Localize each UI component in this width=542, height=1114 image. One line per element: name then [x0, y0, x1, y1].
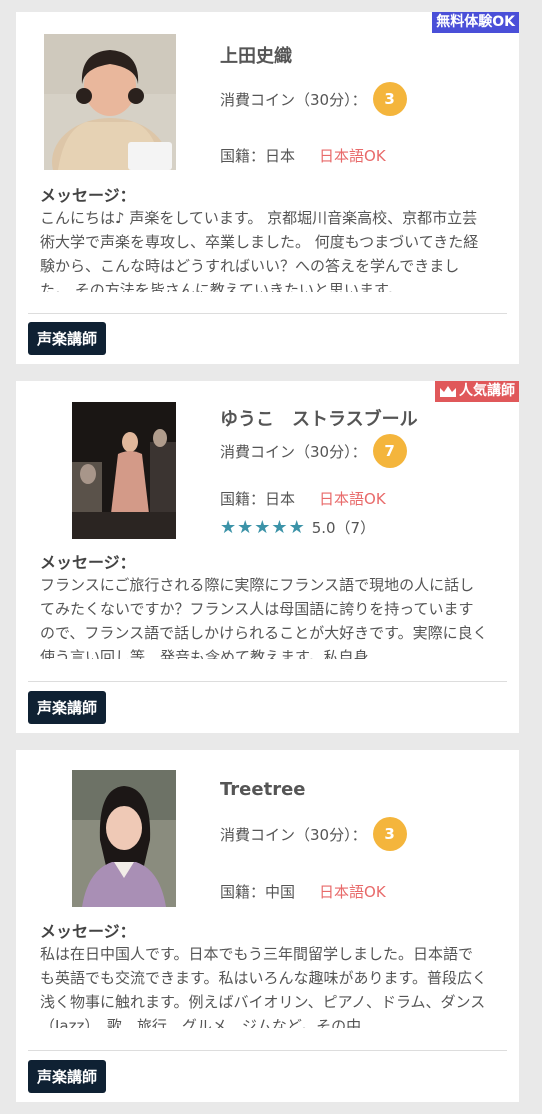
coin-label: 消費コイン（30分）：: [220, 825, 367, 844]
teacher-card[interactable]: Treetree 消費コイン（30分）： 3 国籍：中国 日本語OK メッセージ…: [16, 750, 519, 1102]
japanese-ok-label: 日本語OK: [319, 883, 386, 901]
japanese-ok-label: 日本語OK: [319, 147, 386, 165]
rating-row[interactable]: ★ ★ ★ ★ ★ 5.0（7）: [220, 517, 375, 538]
nationality-row: 国籍：日本 日本語OK: [220, 145, 386, 166]
star-icon: ★: [288, 517, 305, 538]
coin-row: 消費コイン（30分）： 3: [220, 817, 407, 851]
coin-label: 消費コイン（30分）：: [220, 442, 367, 461]
divider: [28, 313, 507, 314]
nationality-text: 国籍：日本: [220, 147, 296, 165]
message-label: メッセージ：: [40, 922, 136, 941]
coin-row: 消費コイン（30分）： 3: [220, 82, 407, 116]
message-label: メッセージ：: [40, 553, 136, 572]
nationality-text: 国籍：日本: [220, 490, 296, 508]
star-icon: ★: [254, 517, 271, 538]
crown-icon: [440, 385, 456, 397]
message-label: メッセージ：: [40, 186, 136, 205]
popular-badge-label: 人気講師: [459, 383, 515, 399]
free-trial-badge: 無料体験OK: [432, 12, 519, 33]
message-text: フランスにご旅行される際に実際にフランス語で現地の人に話してみたくないですか？フ…: [40, 576, 488, 659]
coin-row: 消費コイン（30分）： 7: [220, 434, 407, 468]
teacher-card[interactable]: 人気講師 ゆうこ ストラスブール 消費コイン（30分）： 7 国籍：日本 日本語…: [16, 381, 519, 733]
star-icon: ★: [237, 517, 254, 538]
divider: [28, 1050, 507, 1051]
rating-text: 5.0（7）: [311, 519, 376, 537]
message-text: 私は在日中国人です。日本でもう三年間留学しました。日本語でも英語でも交流できます…: [40, 945, 488, 1028]
portrait-image: [72, 770, 176, 907]
teacher-name[interactable]: Treetree: [220, 779, 306, 800]
teacher-card[interactable]: 無料体験OK 上田史織 消費コイン（30分）： 3 国籍：日本 日本語OK メッ…: [16, 12, 519, 364]
coin-badge: 3: [372, 817, 407, 851]
divider: [28, 681, 507, 682]
star-icon: ★: [271, 517, 288, 538]
teacher-photo[interactable]: [72, 770, 176, 907]
japanese-ok-label: 日本語OK: [319, 490, 386, 508]
nationality-row: 国籍：中国 日本語OK: [220, 881, 386, 902]
teacher-name[interactable]: 上田史織: [220, 42, 292, 68]
message-text: こんにちは♪ 声楽をしています。 京都堀川音楽高校、京都市立芸術大学で声楽を専攻…: [40, 209, 479, 292]
coin-label: 消費コイン（30分）：: [220, 90, 367, 109]
category-tag[interactable]: 声楽講師: [28, 1060, 107, 1093]
portrait-image: [44, 34, 176, 170]
nationality-text: 国籍：中国: [220, 883, 296, 901]
category-tag[interactable]: 声楽講師: [28, 691, 107, 724]
teacher-name[interactable]: ゆうこ ストラスブール: [220, 405, 418, 431]
coin-badge: 3: [372, 82, 407, 116]
teacher-photo[interactable]: [72, 402, 176, 539]
popular-badge: 人気講師: [435, 381, 519, 402]
portrait-image: [72, 402, 176, 539]
coin-badge: 7: [372, 434, 407, 468]
nationality-row: 国籍：日本 日本語OK: [220, 488, 386, 509]
star-icon: ★: [220, 517, 237, 538]
category-tag[interactable]: 声楽講師: [28, 322, 107, 355]
teacher-photo[interactable]: [44, 34, 176, 170]
